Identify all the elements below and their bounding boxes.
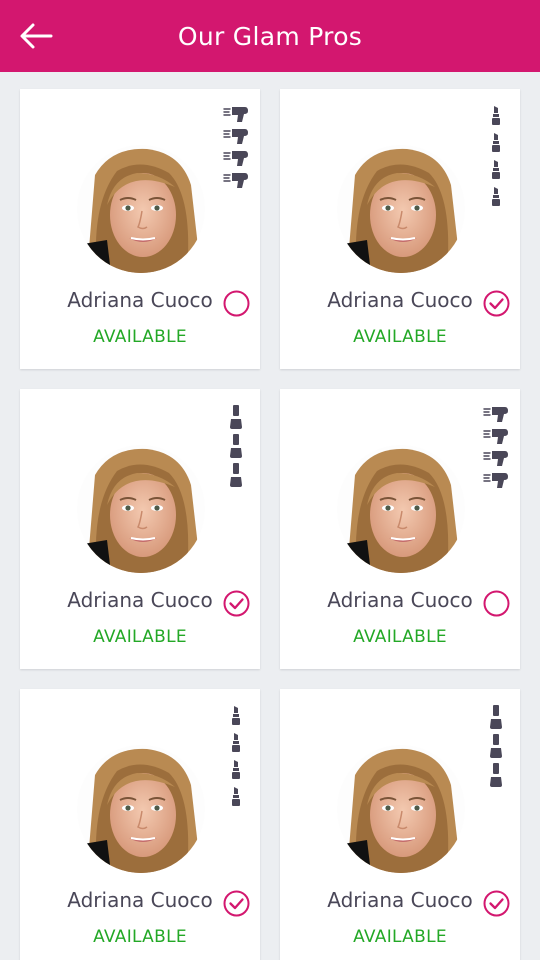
checked-circle-icon[interactable]: [223, 590, 250, 617]
hair-dryer-icon: [223, 105, 249, 123]
tool-icons: [482, 105, 510, 213]
checked-circle-icon[interactable]: [483, 890, 510, 917]
avatar: [77, 445, 205, 573]
unchecked-circle-icon[interactable]: [483, 590, 510, 617]
nail-polish-icon: [229, 463, 243, 487]
lipstick-icon: [230, 759, 242, 779]
app-header: Our Glam Pros: [0, 0, 540, 72]
pro-card[interactable]: Adriana Cuoco AVAILABLE: [20, 689, 260, 960]
availability-status: AVAILABLE: [353, 927, 447, 947]
avatar: [337, 145, 465, 273]
tool-icons: [482, 405, 510, 493]
tool-icons: [222, 405, 250, 492]
lipstick-icon: [490, 132, 502, 152]
availability-status: AVAILABLE: [353, 327, 447, 347]
nail-polish-icon: [229, 405, 243, 429]
lipstick-icon: [230, 786, 242, 806]
availability-status: AVAILABLE: [93, 627, 187, 647]
nail-polish-icon: [489, 734, 503, 758]
unchecked-circle-icon[interactable]: [223, 290, 250, 317]
pro-card[interactable]: Adriana Cuoco AVAILABLE: [20, 89, 260, 369]
tool-icons: [222, 705, 250, 813]
pro-card[interactable]: Adriana Cuoco AVAILABLE: [280, 389, 520, 669]
hair-dryer-icon: [483, 449, 509, 467]
hair-dryer-icon: [483, 427, 509, 445]
pro-card[interactable]: Adriana Cuoco AVAILABLE: [280, 689, 520, 960]
hair-dryer-icon: [223, 149, 249, 167]
checked-circle-icon[interactable]: [483, 290, 510, 317]
lipstick-icon: [490, 159, 502, 179]
lipstick-icon: [230, 705, 242, 725]
hair-dryer-icon: [223, 171, 249, 189]
pro-card[interactable]: Adriana Cuoco AVAILABLE: [20, 389, 260, 669]
avatar: [77, 145, 205, 273]
availability-status: AVAILABLE: [93, 327, 187, 347]
back-button[interactable]: [18, 20, 54, 52]
tool-icons: [222, 105, 250, 193]
nail-polish-icon: [489, 763, 503, 787]
nail-polish-icon: [489, 705, 503, 729]
hair-dryer-icon: [483, 405, 509, 423]
lipstick-icon: [490, 105, 502, 125]
lipstick-icon: [490, 186, 502, 206]
avatar: [337, 745, 465, 873]
hair-dryer-icon: [483, 471, 509, 489]
avatar: [77, 745, 205, 873]
avatar: [337, 445, 465, 573]
hair-dryer-icon: [223, 127, 249, 145]
pro-card[interactable]: Adriana Cuoco AVAILABLE: [280, 89, 520, 369]
availability-status: AVAILABLE: [353, 627, 447, 647]
tool-icons: [482, 705, 510, 792]
lipstick-icon: [230, 732, 242, 752]
checked-circle-icon[interactable]: [223, 890, 250, 917]
availability-status: AVAILABLE: [93, 927, 187, 947]
back-arrow-icon: [20, 23, 53, 49]
nail-polish-icon: [229, 434, 243, 458]
page-title: Our Glam Pros: [177, 21, 363, 51]
